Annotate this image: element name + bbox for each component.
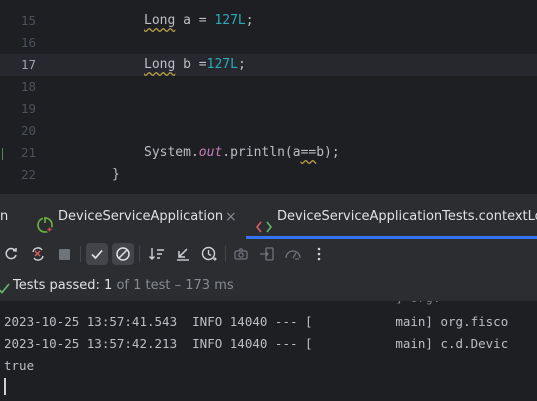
number-literal: 127L: [214, 13, 246, 28]
code-fragment: a: [292, 145, 301, 160]
history-clock-icon: [201, 246, 217, 261]
test-status-text: Tests passed: 1 of 1 test – 173 ms: [13, 271, 234, 301]
type-keyword: Long: [144, 57, 176, 72]
closing-brace: }: [112, 167, 120, 182]
line-number: 17: [20, 57, 36, 72]
line-number: 21: [20, 145, 36, 160]
gauge-icon: [285, 250, 301, 260]
export-icon: [260, 247, 274, 261]
spring-boot-icon: [36, 208, 54, 233]
rerun-icon: [5, 247, 17, 260]
status-detail: of 1 test – 173 ms: [112, 278, 234, 293]
code-fragment: b: [316, 145, 325, 160]
screenshot-button[interactable]: [230, 243, 252, 265]
line-number: 20: [20, 123, 36, 138]
more-options-button[interactable]: [308, 243, 330, 265]
tab-label: DeviceServiceApplicationTests.contextLo: [277, 209, 537, 224]
line-number: 18: [20, 79, 36, 94]
code-fragment: .println(: [222, 145, 293, 160]
run-tabs-bar: n DeviceServiceApplication × DeviceServi…: [0, 193, 537, 240]
number-literal: 127L: [206, 57, 238, 72]
tab-label: n: [0, 209, 9, 224]
code-line-22[interactable]: 22 }: [0, 164, 537, 186]
code-line-19[interactable]: 19: [0, 98, 537, 120]
stop-icon: [58, 248, 70, 260]
import-arrow-icon: [177, 248, 189, 261]
show-ignored-toggle[interactable]: [112, 243, 134, 265]
code-fragment: a =: [175, 13, 215, 28]
check-icon: [91, 249, 103, 260]
sort-button[interactable]: [146, 243, 168, 265]
console-output[interactable]: ] org. 2023-10-25 13:57:41.543 INFO 1404…: [0, 301, 537, 401]
tests-passed-check-icon: [0, 278, 11, 294]
test-history-button[interactable]: [198, 243, 220, 265]
operator: ==: [300, 145, 317, 160]
code-fragment: );: [324, 145, 340, 160]
console-line: 2023-10-25 13:57:41.543 INFO 14040 --- […: [4, 314, 509, 329]
import-tests-button[interactable]: [172, 243, 194, 265]
console-line: true: [4, 358, 35, 373]
ignored-icon: [116, 247, 130, 261]
code-line-18[interactable]: 18: [0, 76, 537, 98]
sort-icon: [149, 248, 164, 260]
line-number: 15: [20, 13, 36, 28]
console-line-partial: ] org.: [4, 301, 440, 309]
run-toolbar: [0, 239, 537, 271]
stop-button[interactable]: [53, 243, 75, 265]
close-tab-icon[interactable]: ×: [225, 194, 237, 240]
rerun-failed-tests-button[interactable]: [27, 243, 49, 265]
code-line-21[interactable]: 21 System.out.println(a==b);: [0, 142, 537, 164]
camera-icon: [234, 248, 248, 260]
test-status-bar: Tests passed: 1 of 1 test – 173 ms: [0, 271, 537, 301]
console-line: 2023-10-25 13:57:42.213 INFO 14040 --- […: [4, 336, 509, 351]
code-text: Long b =127L;: [144, 54, 246, 76]
console-caret: [4, 378, 6, 395]
code-fragment: b =: [175, 57, 207, 72]
rerun-failed-icon: [32, 247, 44, 261]
code-editor[interactable]: 15 Long a = 127L; 16 17 Long b =127L; 18…: [0, 0, 537, 193]
code-line-15[interactable]: 15 Long a = 127L;: [0, 10, 537, 32]
show-passed-toggle[interactable]: [86, 243, 108, 265]
code-text: System.out.println(a==b);: [144, 142, 340, 164]
more-vertical-icon: [317, 247, 321, 261]
code-fragment: ;: [237, 57, 246, 72]
static-field: out: [198, 145, 223, 160]
toolbar-separator: [80, 246, 81, 262]
line-number: 22: [20, 167, 36, 182]
status-label: Tests passed:: [13, 278, 105, 293]
coverage-button[interactable]: [282, 243, 304, 265]
type-keyword: Long: [144, 13, 176, 28]
code-line-20[interactable]: 20: [0, 120, 537, 142]
code-text: Long a = 127L;: [144, 10, 254, 32]
toolbar-separator: [139, 246, 140, 262]
rerun-button[interactable]: [0, 243, 22, 265]
line-number: 19: [20, 101, 36, 116]
tab-label: DeviceServiceApplication: [58, 209, 224, 224]
toolbar-separator: [225, 246, 226, 262]
code-line-17[interactable]: 17 Long b =127L;: [0, 54, 537, 76]
export-button[interactable]: [256, 243, 278, 265]
line-number: 16: [20, 35, 36, 50]
test-diamond-icon: [255, 209, 273, 233]
code-fragment: System.: [144, 145, 199, 160]
code-line-16[interactable]: 16: [0, 32, 537, 54]
code-fragment: ;: [245, 13, 254, 28]
